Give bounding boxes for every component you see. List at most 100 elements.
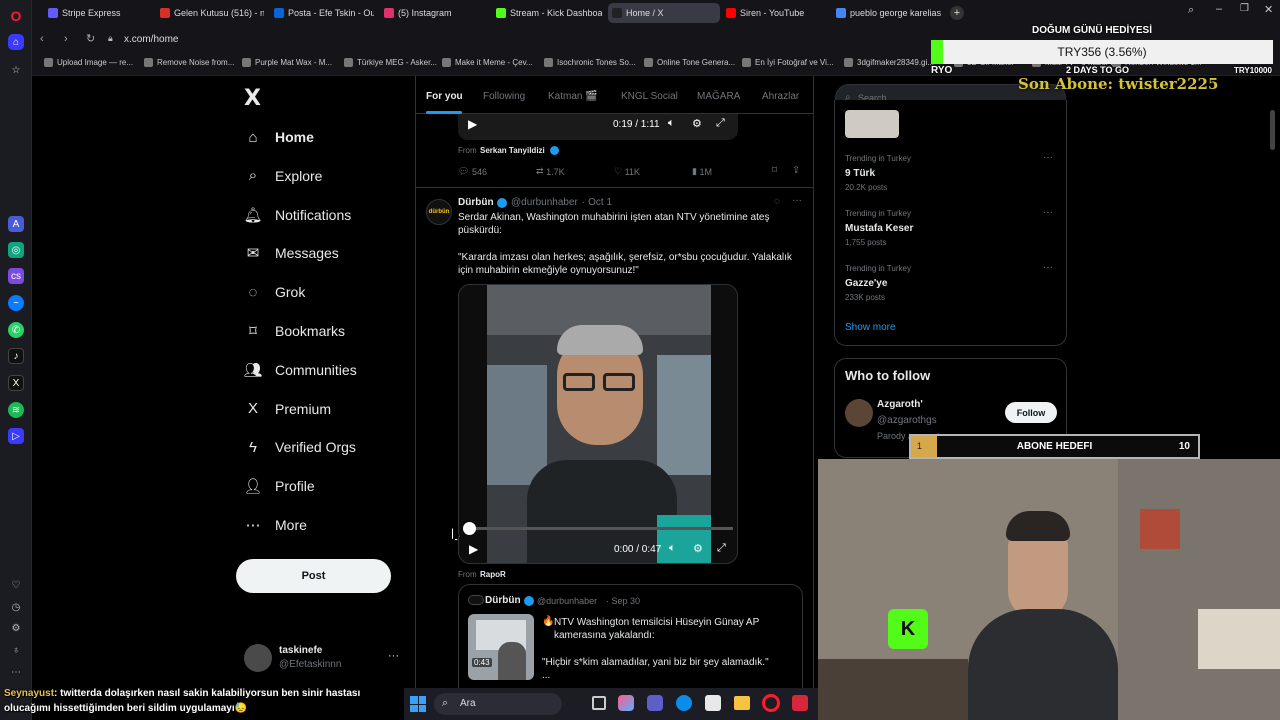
share-icon[interactable]: ⇪: [792, 165, 800, 176]
follow-button[interactable]: Follow: [1005, 402, 1057, 423]
task-view-icon[interactable]: [592, 696, 606, 710]
store-icon[interactable]: [705, 695, 721, 711]
browser-tab[interactable]: (5) Instagram: [380, 3, 484, 23]
bookmark-item[interactable]: Online Tone Genera...: [644, 58, 735, 67]
heart-icon[interactable]: ♡: [8, 577, 24, 593]
nav-grok[interactable]: ◌ Grok: [244, 283, 306, 301]
history-icon[interactable]: ◷: [8, 599, 24, 615]
messenger-icon[interactable]: ~: [8, 295, 24, 311]
aria-icon[interactable]: A: [8, 216, 24, 232]
from-name[interactable]: Serkan Tanyildizi: [480, 146, 545, 155]
tab-feed[interactable]: Following: [483, 91, 525, 102]
reply-button[interactable]: 💬︎ 546: [458, 166, 487, 177]
browser-tab[interactable]: Stripe Express: [44, 3, 150, 23]
bookmark-item[interactable]: Upload Image — re...: [44, 58, 133, 67]
trend-title[interactable]: Mustafa Keser: [845, 223, 913, 234]
tab-feed[interactable]: KNGL Social: [621, 91, 678, 102]
windows-start-icon[interactable]: [410, 696, 426, 712]
grok-icon[interactable]: ◌: [774, 196, 780, 207]
cs-icon[interactable]: cs: [8, 268, 24, 284]
forward-icon[interactable]: ›: [64, 33, 68, 45]
account-name[interactable]: taskinefe: [279, 645, 322, 656]
nav-communities[interactable]: 👥︎ Communities: [243, 361, 356, 379]
home-icon[interactable]: ⌂: [8, 34, 24, 50]
edge-icon[interactable]: [676, 695, 692, 711]
nav-messages[interactable]: ✉ Messages: [244, 244, 339, 262]
post-button[interactable]: Post: [236, 559, 391, 593]
x-logo[interactable]: X: [244, 86, 261, 111]
close-window-icon[interactable]: ✕: [1264, 3, 1273, 16]
quoted-thumbnail[interactable]: 0:43: [468, 614, 534, 680]
volume-icon[interactable]: 🔈︎: [668, 117, 675, 130]
nav-explore[interactable]: ⌕ Explore: [244, 167, 323, 185]
quoted-author-name[interactable]: Dürbün: [485, 595, 521, 606]
more-icon[interactable]: ···: [1043, 152, 1053, 163]
tab-feed[interactable]: Katman 🎬: [548, 91, 598, 102]
tab-feed[interactable]: Ahrazlar: [762, 91, 799, 102]
nav-more[interactable]: ⋯ More: [244, 516, 307, 534]
restore-icon[interactable]: ❐: [1240, 3, 1249, 14]
browser-tab[interactable]: Siren - YouTube: [722, 3, 826, 23]
follow-suggestion-name[interactable]: Azgaroth': [877, 399, 923, 410]
search-tabs-icon[interactable]: ⌕: [1188, 4, 1194, 17]
repost-button[interactable]: ⇄ 1.7K: [536, 166, 565, 177]
back-icon[interactable]: ‹: [40, 33, 44, 45]
play-icon[interactable]: ▶: [469, 542, 478, 556]
opera-icon[interactable]: [762, 694, 780, 712]
bookmark-item[interactable]: Remove Noise from...: [144, 58, 234, 67]
nav-bookmarks[interactable]: ⌑ Bookmarks: [244, 322, 345, 340]
whatsapp-icon[interactable]: ✆: [8, 322, 24, 338]
browser-tab[interactable]: pueblo george karelias - C: [832, 3, 942, 23]
bookmark-item[interactable]: Türkiye MEG - Asker...: [344, 58, 437, 67]
trend-title[interactable]: Gazze'ye: [845, 278, 887, 289]
views-button[interactable]: ▮ 1M: [692, 166, 712, 177]
nav-home[interactable]: ⌂ Home: [244, 128, 313, 146]
avatar[interactable]: [244, 644, 272, 672]
opera-logo-icon[interactable]: O: [8, 8, 24, 24]
fullscreen-icon[interactable]: ⤢: [717, 542, 726, 555]
tweet-date[interactable]: · Oct 1: [582, 197, 612, 208]
trend-title[interactable]: 9 Türk: [845, 168, 875, 179]
bookmark-item[interactable]: En İyi Fotoğraf ve Vi...: [742, 58, 834, 67]
lightbulb-icon[interactable]: ♁: [8, 642, 24, 658]
settings-icon[interactable]: ⚙: [692, 117, 702, 130]
play-icon[interactable]: ▶: [468, 117, 477, 131]
volume-icon[interactable]: 🔈︎: [669, 542, 676, 555]
show-more-link[interactable]: Show more: [845, 322, 896, 333]
copilot-icon[interactable]: [618, 695, 634, 711]
star-icon[interactable]: ☆: [8, 62, 24, 78]
bookmark-item[interactable]: Make it Meme - Çev...: [442, 58, 533, 67]
more-icon[interactable]: ···: [1043, 207, 1053, 218]
nav-premium[interactable]: X Premium: [244, 400, 331, 418]
chatgpt-icon[interactable]: ◎: [8, 242, 24, 258]
nav-verified-orgs[interactable]: ϟ Verified Orgs: [244, 438, 356, 456]
settings-icon[interactable]: ⚙: [693, 542, 703, 555]
video-progress-track[interactable]: [469, 527, 733, 530]
avatar[interactable]: dürbün: [426, 199, 452, 225]
scrollbar-thumb[interactable]: [1270, 110, 1275, 150]
bookmark-item[interactable]: 3dgifmaker28349.gi...: [844, 58, 934, 67]
nav-notifications[interactable]: 🔔︎ Notifications: [243, 206, 351, 224]
account-more-icon[interactable]: ···: [388, 650, 399, 662]
new-tab-button[interactable]: +: [950, 6, 964, 20]
teams-icon[interactable]: [647, 695, 663, 711]
avatar[interactable]: [845, 399, 873, 427]
tab-feed[interactable]: For you: [426, 91, 463, 102]
tweet-author-name[interactable]: Dürbün: [458, 197, 494, 208]
more-icon[interactable]: ⋯: [8, 664, 24, 680]
tiktok-icon[interactable]: ♪: [8, 348, 24, 364]
fullscreen-icon[interactable]: ⤢: [716, 117, 725, 130]
bookmark-icon[interactable]: ⌑: [772, 165, 777, 176]
browser-tab[interactable]: Posta - Efe Tskin - Outlook: [270, 3, 374, 23]
browser-tab[interactable]: Stream - Kick Dashboard: [492, 3, 602, 23]
tweet-handle[interactable]: @durbunhaber: [511, 197, 578, 208]
more-icon[interactable]: ···: [792, 195, 802, 206]
video-scrubber[interactable]: [463, 522, 476, 535]
app-icon[interactable]: [792, 695, 808, 711]
tweet-video[interactable]: ▶ 0:00 / 0:47 🔈︎ ⚙ ⤢: [458, 284, 738, 564]
player-icon[interactable]: ▷: [8, 428, 24, 444]
taskbar-search[interactable]: ⌕ Ara: [434, 693, 562, 715]
x-icon[interactable]: X: [8, 375, 24, 391]
nav-profile[interactable]: 👤︎ Profile: [243, 477, 314, 495]
bookmark-item[interactable]: Isochronic Tones So...: [544, 58, 636, 67]
